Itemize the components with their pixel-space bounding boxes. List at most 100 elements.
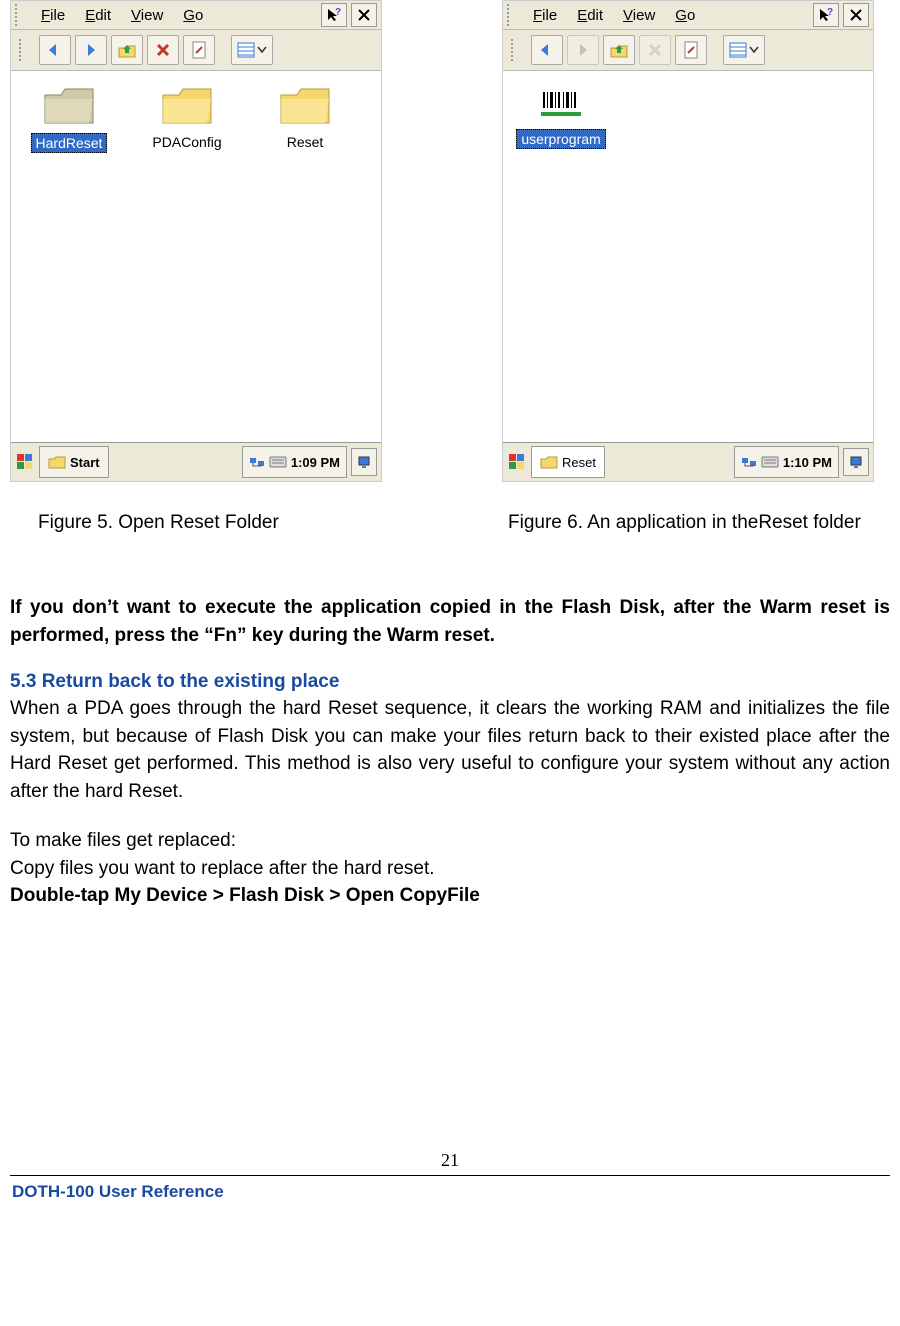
footer-reference: DOTH-100 User Reference [10, 1182, 890, 1202]
task-label: Reset [562, 455, 596, 470]
taskbar: Reset 1:10 PM [503, 442, 873, 481]
menu-view[interactable]: View [613, 5, 665, 26]
menubar: File Edit View Go ? [503, 1, 873, 30]
icon-label: userprogram [516, 129, 605, 149]
keyboard-icon [269, 456, 287, 468]
forward-button[interactable] [75, 35, 107, 65]
folder-icon [41, 83, 97, 127]
forward-icon [574, 42, 592, 58]
show-desktop-button[interactable] [351, 448, 377, 476]
back-icon [46, 42, 64, 58]
menu-edit-label: dit [95, 7, 111, 24]
close-icon [850, 9, 862, 21]
paragraph-warm-reset-note: If you don’t want to execute the applica… [10, 594, 890, 649]
menu-view[interactable]: View [121, 5, 173, 26]
folder-pdaconfig[interactable]: PDAConfig [137, 83, 237, 151]
help-button[interactable]: ? [321, 3, 347, 27]
help-button[interactable]: ? [813, 3, 839, 27]
help-cursor-icon: ? [326, 7, 342, 23]
network-icon [249, 455, 265, 469]
icon-label: PDAConfig [148, 133, 225, 151]
close-button[interactable] [351, 3, 377, 27]
system-tray[interactable]: 1:09 PM [242, 446, 347, 478]
up-button[interactable] [603, 35, 635, 65]
back-button[interactable] [531, 35, 563, 65]
properties-button[interactable] [183, 35, 215, 65]
show-desktop-button[interactable] [843, 448, 869, 476]
view-list-icon [729, 42, 747, 58]
start-button[interactable]: Start [39, 446, 109, 478]
barcode-icon [537, 83, 585, 123]
windows-flag-icon [15, 452, 35, 472]
paragraph-instruction-intro: To make files get replaced: [10, 827, 890, 855]
file-list[interactable]: userprogram [503, 71, 873, 442]
close-button[interactable] [843, 3, 869, 27]
delete-button[interactable] [639, 35, 671, 65]
forward-button[interactable] [567, 35, 599, 65]
menu-view-label: iew [141, 7, 164, 24]
properties-button[interactable] [675, 35, 707, 65]
icon-label: Reset [283, 133, 328, 151]
menu-file[interactable]: File [523, 5, 567, 26]
toolbar-handle[interactable] [15, 4, 25, 26]
footer-rule [10, 1175, 890, 1176]
paragraph-section-description: When a PDA goes through the hard Reset s… [10, 695, 890, 805]
page-number: 21 [10, 1150, 890, 1171]
delete-icon [648, 43, 662, 57]
file-userprogram[interactable]: userprogram [511, 83, 611, 149]
help-cursor-icon: ? [818, 7, 834, 23]
windows-flag-icon [507, 452, 527, 472]
view-list-icon [237, 42, 255, 58]
taskbar: Start 1:09 PM [11, 442, 381, 481]
page-footer: 21 DOTH-100 User Reference [10, 1150, 890, 1202]
start-label: Start [70, 455, 100, 470]
menu-go[interactable]: Go [173, 5, 213, 26]
menu-edit[interactable]: Edit [567, 5, 613, 26]
svg-text:?: ? [335, 7, 341, 18]
paragraph-instruction-step: Copy files you want to replace after the… [10, 855, 890, 883]
desktop-icon [849, 455, 863, 469]
chevron-down-icon [257, 46, 267, 54]
screenshot-left: File Edit View Go ? [10, 0, 382, 482]
properties-icon [191, 41, 207, 59]
folder-icon [48, 455, 66, 469]
screenshot-right: File Edit View Go ? [502, 0, 874, 482]
menu-go-label: o [195, 7, 203, 24]
view-mode-button[interactable] [723, 35, 765, 65]
taskbar-app-reset[interactable]: Reset [531, 446, 605, 478]
menu-file[interactable]: File [31, 5, 75, 26]
folder-icon [159, 83, 215, 127]
file-list[interactable]: HardReset PDAConfig Reset [11, 71, 381, 442]
icon-label: HardReset [31, 133, 108, 153]
toolbar-handle[interactable] [507, 4, 517, 26]
toolbar [503, 30, 873, 71]
section-heading-5-3: 5.3 Return back to the existing place [10, 671, 890, 693]
forward-icon [82, 42, 100, 58]
back-icon [538, 42, 556, 58]
desktop-icon [357, 455, 371, 469]
toolbar-handle[interactable] [19, 39, 29, 61]
chevron-down-icon [749, 46, 759, 54]
keyboard-icon [761, 456, 779, 468]
figure-captions: Figure 5. Open Reset Folder Figure 6. An… [10, 512, 890, 534]
back-button[interactable] [39, 35, 71, 65]
menu-file-label: ile [50, 7, 65, 24]
caption-figure-5: Figure 5. Open Reset Folder [10, 512, 508, 534]
folder-up-icon [609, 41, 629, 59]
paragraph-instruction-path: Double-tap My Device > Flash Disk > Open… [10, 882, 890, 910]
folder-icon [277, 83, 333, 127]
folder-reset[interactable]: Reset [255, 83, 355, 151]
system-tray[interactable]: 1:10 PM [734, 446, 839, 478]
folder-hardreset[interactable]: HardReset [19, 83, 119, 153]
view-mode-button[interactable] [231, 35, 273, 65]
toolbar [11, 30, 381, 71]
menu-edit[interactable]: Edit [75, 5, 121, 26]
up-button[interactable] [111, 35, 143, 65]
menubar: File Edit View Go ? [11, 1, 381, 30]
folder-icon [540, 455, 558, 469]
menu-go[interactable]: Go [665, 5, 705, 26]
screenshot-row: File Edit View Go ? [10, 0, 890, 482]
svg-text:?: ? [827, 7, 833, 18]
toolbar-handle[interactable] [511, 39, 521, 61]
delete-button[interactable] [147, 35, 179, 65]
